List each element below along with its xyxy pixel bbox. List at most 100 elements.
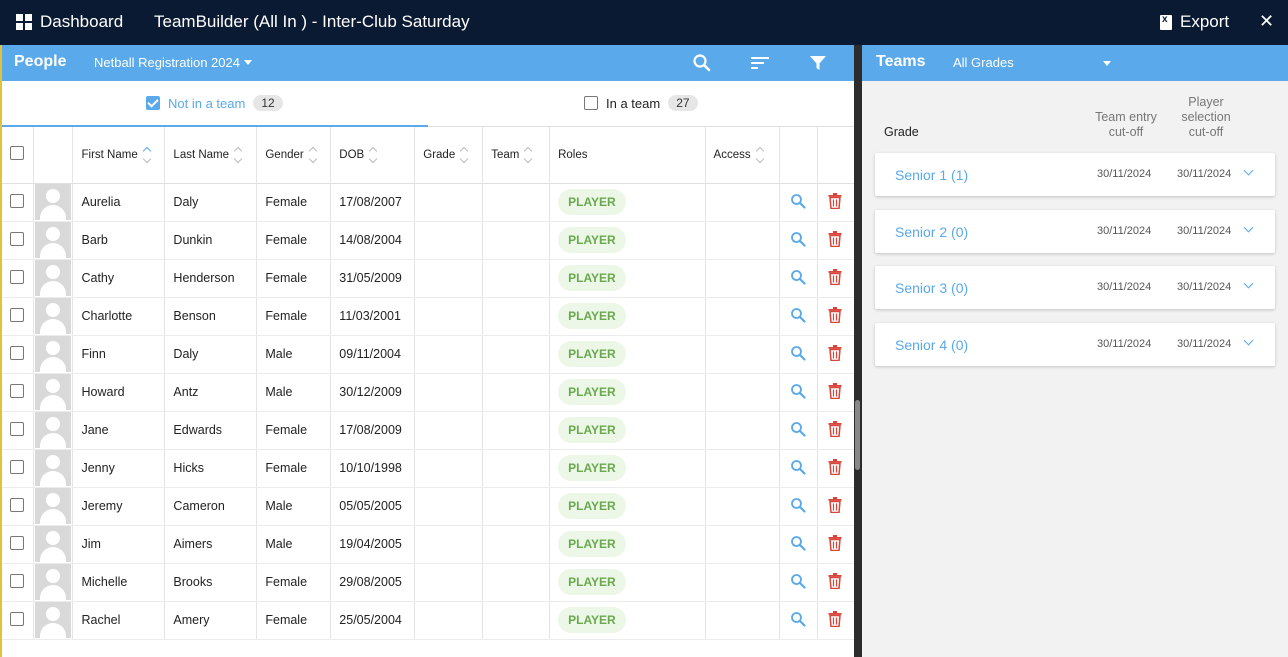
chevron-down-icon[interactable] [1243,335,1254,346]
row-checkbox[interactable] [10,193,24,208]
gender-header[interactable]: Gender [256,127,332,184]
delete-icon[interactable] [828,382,842,399]
team-card[interactable]: Senior 2 (0) 30/11/2024 30/11/2024 [875,210,1275,253]
access-cell [705,183,781,222]
team-cell [482,525,551,564]
caret-down-icon[interactable] [1103,61,1111,66]
row-checkbox[interactable] [10,611,24,626]
table-header-row: First Name Last Name Gender DOB Grade Te… [2,127,854,184]
select-all-checkbox[interactable] [10,146,24,161]
first-name-cell: Charlotte [72,297,166,336]
table-row[interactable]: Michelle Brooks Female 29/08/2005 PLAYER [2,563,854,602]
table-row[interactable]: Jim Aimers Male 19/04/2005 PLAYER [2,525,854,564]
delete-icon[interactable] [828,534,842,551]
dob-cell: 14/08/2004 [330,221,416,260]
delete-icon[interactable] [828,610,842,627]
view-person-icon[interactable] [790,345,807,361]
view-person-icon[interactable] [790,611,807,627]
in-team-checkbox[interactable] [584,96,598,110]
view-person-icon[interactable] [790,535,807,551]
row-checkbox[interactable] [10,421,24,436]
sort-icon[interactable] [750,53,770,73]
table-row[interactable]: Aurelia Daly Female 17/08/2007 PLAYER [2,183,854,222]
table-row[interactable]: Jane Edwards Female 17/08/2009 PLAYER [2,411,854,450]
table-row[interactable]: Finn Daly Male 09/11/2004 PLAYER [2,335,854,374]
delete-icon[interactable] [828,420,842,437]
delete-icon[interactable] [828,572,842,589]
team-card[interactable]: Senior 4 (0) 30/11/2024 30/11/2024 [875,323,1275,366]
scrollbar-thumb[interactable] [855,400,860,470]
row-checkbox[interactable] [10,573,24,588]
team-header[interactable]: Team [482,127,551,184]
registration-select[interactable]: Netball Registration 2024 [94,55,252,70]
last-name-header[interactable]: Last Name [164,127,258,184]
row-checkbox[interactable] [10,535,24,550]
avatar-column-header [33,127,74,184]
view-person-icon[interactable] [790,269,807,285]
row-checkbox[interactable] [10,269,24,284]
filter-icon[interactable] [808,53,828,73]
dob-cell: 30/12/2009 [330,373,416,412]
export-button[interactable]: Export [1160,12,1229,32]
view-person-icon[interactable] [790,459,807,475]
delete-icon[interactable] [828,230,842,247]
team-cell [482,373,551,412]
grade-header[interactable]: Grade [414,127,484,184]
panel-scrollbar[interactable] [854,45,862,657]
export-label: Export [1180,12,1230,31]
view-person-icon[interactable] [790,231,807,247]
chevron-down-icon[interactable] [1243,278,1254,289]
chevron-down-icon[interactable] [1243,165,1254,176]
row-checkbox[interactable] [10,383,24,398]
row-checkbox[interactable] [10,497,24,512]
dob-cell: 10/10/1998 [330,449,416,488]
table-row[interactable]: Rachel Amery Female 25/05/2004 PLAYER [2,601,854,640]
dashboard-button[interactable]: Dashboard [16,12,123,32]
table-row[interactable]: Barb Dunkin Female 14/08/2004 PLAYER [2,221,854,260]
team-name[interactable]: Senior 3 (0) [895,280,968,296]
team-name[interactable]: Senior 1 (1) [895,167,968,183]
search-icon[interactable] [692,53,712,73]
role-badge: PLAYER [558,227,626,253]
team-cell [482,183,551,222]
in-team-label: In a team [606,95,661,111]
table-row[interactable]: Jenny Hicks Female 10/10/1998 PLAYER [2,449,854,488]
team-card[interactable]: Senior 1 (1) 30/11/2024 30/11/2024 [875,153,1275,196]
row-checkbox[interactable] [10,231,24,246]
not-in-team-checkbox[interactable] [146,96,160,110]
delete-icon[interactable] [828,458,842,475]
view-person-icon[interactable] [790,307,807,323]
view-person-icon[interactable] [790,421,807,437]
table-row[interactable]: Howard Antz Male 30/12/2009 PLAYER [2,373,854,412]
view-person-icon[interactable] [790,193,807,209]
delete-icon[interactable] [828,268,842,285]
row-checkbox[interactable] [10,345,24,360]
delete-icon[interactable] [828,344,842,361]
delete-icon[interactable] [828,496,842,513]
table-row[interactable]: Jeremy Cameron Male 05/05/2005 PLAYER [2,487,854,526]
view-person-icon[interactable] [790,497,807,513]
chevron-down-icon[interactable] [1243,222,1254,233]
team-card[interactable]: Senior 3 (0) 30/11/2024 30/11/2024 [875,266,1275,309]
first-name-header[interactable]: First Name [72,127,166,184]
dob-cell: 25/05/2004 [330,601,416,640]
delete-icon[interactable] [828,192,842,209]
first-name-cell: Rachel [72,601,166,640]
access-header[interactable]: Access [705,127,781,184]
team-name[interactable]: Senior 4 (0) [895,337,968,353]
row-checkbox[interactable] [10,459,24,474]
close-icon[interactable]: ✕ [1259,11,1274,32]
view-person-icon[interactable] [790,383,807,399]
table-row[interactable]: Cathy Henderson Female 31/05/2009 PLAYER [2,259,854,298]
view-column-header [779,127,819,184]
grade-select[interactable]: All Grades [953,55,1014,70]
team-name[interactable]: Senior 2 (0) [895,224,968,240]
delete-icon[interactable] [828,306,842,323]
sort-arrows-icon [233,146,243,163]
tab-in-team[interactable]: In a team 27 [584,95,698,111]
tab-not-in-team[interactable]: Not in a team 12 [146,95,283,111]
view-person-icon[interactable] [790,573,807,589]
row-checkbox[interactable] [10,307,24,322]
table-row[interactable]: Charlotte Benson Female 11/03/2001 PLAYER [2,297,854,336]
dob-header[interactable]: DOB [330,127,416,184]
